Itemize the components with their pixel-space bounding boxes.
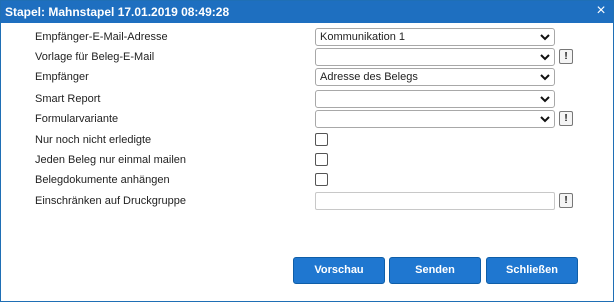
chevron-down-icon (540, 34, 550, 41)
row-mail-once: Jeden Beleg nur einmal mailen (35, 151, 595, 169)
recipient-email-select[interactable]: Kommunikation 1 (315, 28, 555, 46)
smart-report-select[interactable] (315, 90, 555, 108)
window-title: Stapel: Mahnstapel 17.01.2019 08:49:28 (5, 5, 230, 19)
preview-button[interactable]: Vorschau (293, 257, 385, 284)
chevron-down-icon (540, 54, 550, 61)
attach-documents-checkbox[interactable] (315, 173, 328, 186)
email-template-info-button[interactable]: ! (559, 49, 573, 64)
form-variant-select[interactable] (315, 110, 555, 128)
row-only-open: Nur noch nicht erledigte (35, 131, 595, 149)
email-template-select[interactable] (315, 48, 555, 66)
recipient-email-value: Kommunikation 1 (320, 31, 405, 43)
chevron-down-icon (540, 116, 550, 123)
print-group-label: Einschränken auf Druckgruppe (35, 195, 187, 207)
print-group-info-button[interactable]: ! (559, 193, 573, 208)
email-template-label: Vorlage für Beleg-E-Mail (35, 51, 155, 63)
row-print-group: Einschränken auf Druckgruppe ! (35, 192, 595, 210)
title-bar[interactable]: Stapel: Mahnstapel 17.01.2019 08:49:28 × (1, 1, 613, 23)
chevron-down-icon (540, 74, 550, 81)
dialog-window: Stapel: Mahnstapel 17.01.2019 08:49:28 ×… (0, 0, 614, 302)
recipient-label: Empfänger (35, 71, 89, 83)
row-recipient-email: Empfänger-E-Mail-Adresse Kommunikation 1 (35, 28, 595, 46)
smart-report-label: Smart Report (35, 93, 101, 105)
row-form-variant: Formularvariante ! (35, 110, 595, 128)
row-attach-documents: Belegdokumente anhängen (35, 171, 595, 189)
only-open-checkbox[interactable] (315, 133, 328, 146)
chevron-down-icon (540, 96, 550, 103)
only-open-label: Nur noch nicht erledigte (35, 134, 152, 146)
form-variant-label: Formularvariante (35, 113, 119, 125)
mail-once-label: Jeden Beleg nur einmal mailen (35, 154, 187, 166)
print-group-input[interactable] (315, 192, 555, 210)
row-smart-report: Smart Report (35, 90, 595, 108)
form-variant-info-button[interactable]: ! (559, 111, 573, 126)
row-email-template: Vorlage für Beleg-E-Mail ! (35, 48, 595, 66)
recipient-email-label: Empfänger-E-Mail-Adresse (35, 31, 168, 43)
attach-documents-label: Belegdokumente anhängen (35, 174, 170, 186)
mail-once-checkbox[interactable] (315, 153, 328, 166)
close-icon[interactable]: × (594, 3, 608, 19)
recipient-value: Adresse des Belegs (320, 71, 418, 83)
row-recipient: Empfänger Adresse des Belegs (35, 68, 595, 86)
send-button[interactable]: Senden (389, 257, 481, 284)
close-button[interactable]: Schließen (486, 257, 578, 284)
recipient-select[interactable]: Adresse des Belegs (315, 68, 555, 86)
